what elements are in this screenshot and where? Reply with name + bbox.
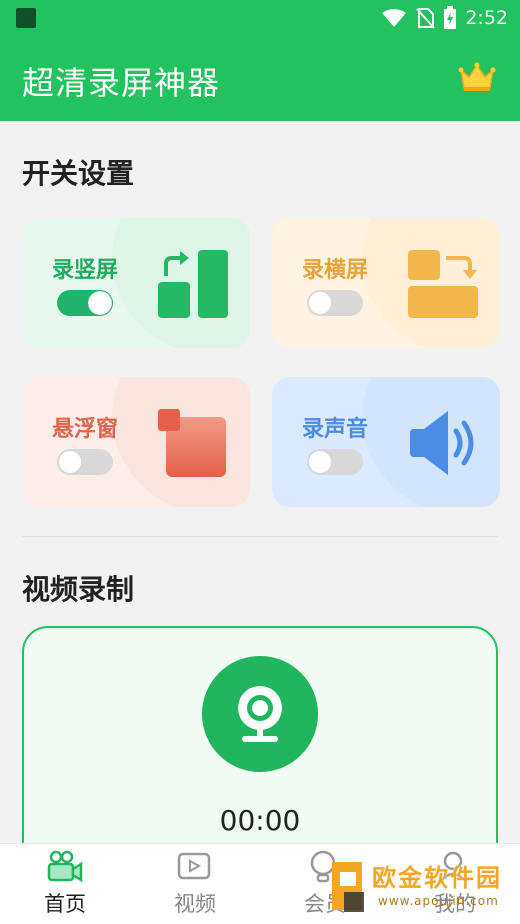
portrait-toggle[interactable]	[57, 290, 113, 316]
nav-item-video[interactable]: 视频	[130, 844, 260, 924]
card-label: 录声音	[302, 417, 369, 442]
card-floating-window: 悬浮窗	[22, 377, 250, 507]
card-label: 录横屏	[302, 258, 369, 283]
crown-icon[interactable]	[458, 62, 496, 92]
landscape-screen-icon	[408, 250, 478, 318]
landscape-toggle[interactable]	[307, 290, 363, 316]
floating-window-toggle[interactable]	[57, 449, 113, 475]
nav-item-home[interactable]: 首页	[0, 844, 130, 924]
card-label: 悬浮窗	[52, 417, 119, 442]
app-title: 超清录屏神器	[22, 64, 221, 102]
status-time: 2:52	[465, 7, 508, 29]
card-record-portrait: 录竖屏	[22, 218, 250, 348]
nav-label: 首页	[44, 892, 86, 916]
wifi-icon	[382, 9, 407, 27]
app-header: 2:52 超清录屏神器	[0, 0, 520, 121]
watermark-url: www.apoujin.com	[378, 894, 499, 908]
speaker-icon	[410, 411, 474, 475]
watermark: 欧金软件园 www.apoujin.com	[328, 852, 514, 920]
portrait-screen-icon	[158, 250, 228, 318]
toggle-knob	[308, 291, 332, 315]
battery-icon	[444, 6, 457, 29]
card-record-sound: 录声音	[272, 377, 500, 507]
notification-icon	[16, 8, 36, 28]
watermark-logo-icon	[332, 862, 364, 912]
nav-label: 视频	[174, 892, 216, 916]
video-section-title: 视频录制	[22, 573, 135, 606]
toggle-knob	[88, 291, 112, 315]
video-file-icon	[177, 852, 211, 880]
switch-section-title: 开关设置	[22, 157, 135, 190]
toggle-knob	[58, 450, 82, 474]
floating-window-icon	[158, 409, 226, 477]
record-button[interactable]	[202, 656, 318, 772]
toggle-knob	[308, 450, 332, 474]
no-sim-icon	[416, 8, 436, 29]
card-label: 录竖屏	[52, 258, 119, 283]
watermark-text: 欧金软件园	[372, 864, 502, 892]
video-camera-icon	[47, 850, 83, 883]
record-timer: 00:00	[219, 804, 301, 837]
webcam-icon	[238, 686, 282, 742]
card-record-landscape: 录横屏	[272, 218, 500, 348]
section-divider	[22, 536, 498, 537]
status-bar: 2:52	[0, 0, 520, 36]
sound-toggle[interactable]	[307, 449, 363, 475]
